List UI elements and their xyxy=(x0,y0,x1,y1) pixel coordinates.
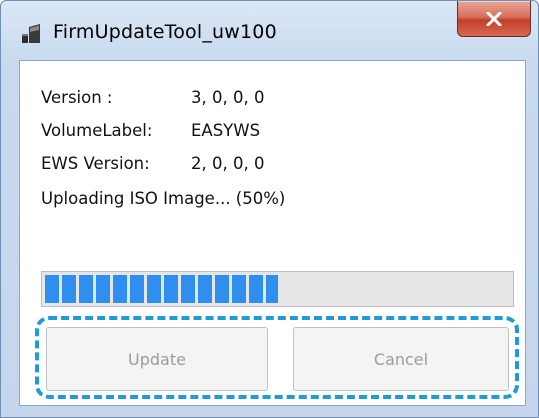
close-icon xyxy=(486,11,502,26)
firm-update-window: FirmUpdateTool_uw100 Version : 3, 0, 0, … xyxy=(0,0,539,418)
upload-status-text: Uploading ISO Image... (50%) xyxy=(41,189,286,208)
ews-version-label: EWS Version: xyxy=(41,154,150,173)
progress-fill xyxy=(45,275,278,303)
volume-label-label: VolumeLabel: xyxy=(41,121,153,140)
version-value: 3, 0, 0, 0 xyxy=(191,88,265,107)
ews-version-value: 2, 0, 0, 0 xyxy=(191,154,265,173)
volume-label-value: EASYWS xyxy=(191,121,261,140)
title-bar[interactable]: FirmUpdateTool_uw100 xyxy=(1,1,538,59)
version-label: Version : xyxy=(41,88,113,107)
window-title: FirmUpdateTool_uw100 xyxy=(53,21,277,43)
close-button[interactable] xyxy=(457,1,531,37)
firm-update-tool-icon xyxy=(20,23,42,43)
update-button[interactable]: Update xyxy=(46,327,268,391)
cancel-button[interactable]: Cancel xyxy=(293,327,509,391)
dialog-content: Version : 3, 0, 0, 0 VolumeLabel: EASYWS… xyxy=(19,60,526,406)
upload-progress-bar xyxy=(41,271,514,307)
